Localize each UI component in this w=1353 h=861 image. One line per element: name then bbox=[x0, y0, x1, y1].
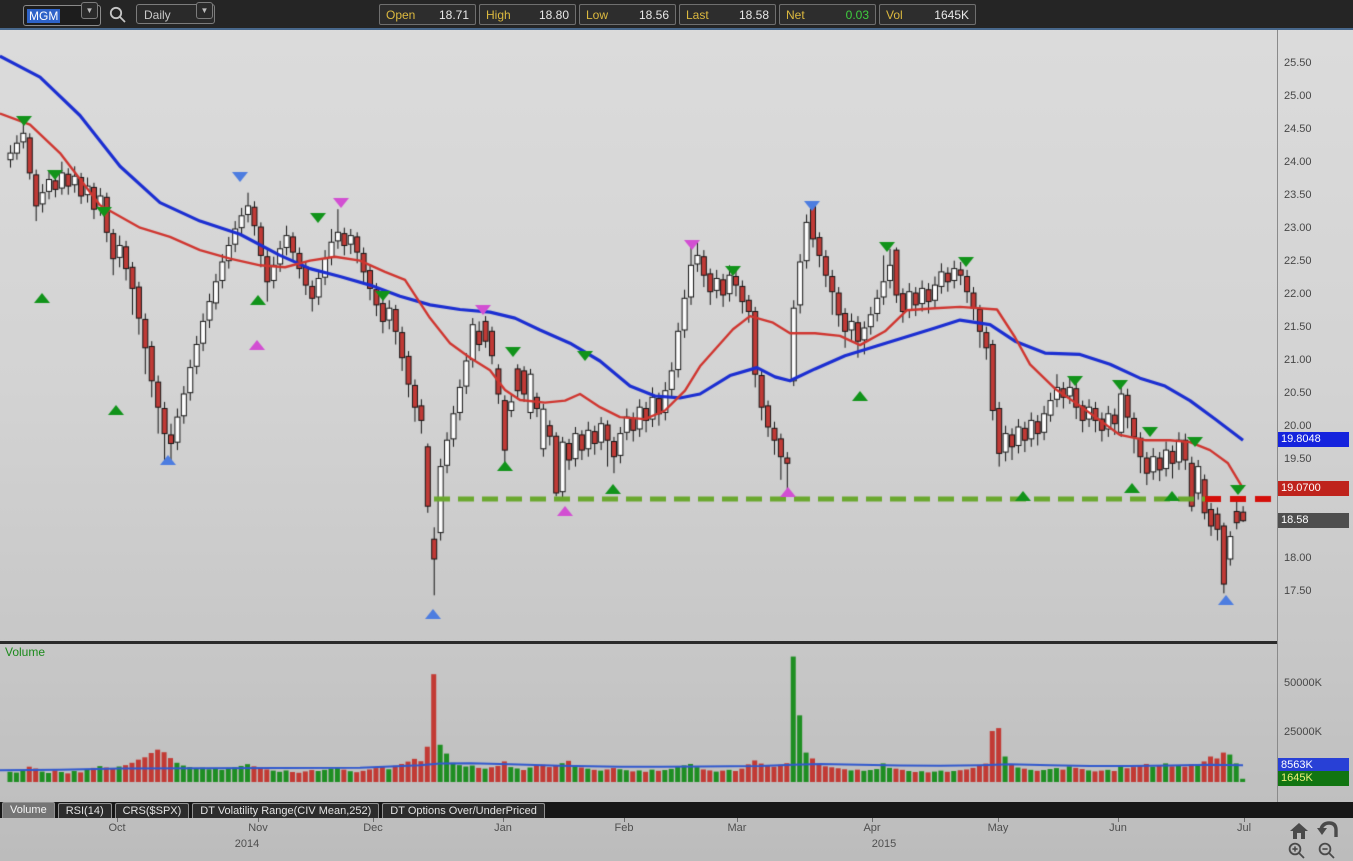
month-label: Nov bbox=[248, 822, 268, 834]
volume-tick: 50000K bbox=[1284, 677, 1322, 689]
price-tick: 18.00 bbox=[1284, 552, 1312, 564]
symbol-dropdown-button[interactable]: ▼ bbox=[81, 2, 98, 19]
month-label: Apr bbox=[863, 822, 880, 834]
search-icon[interactable] bbox=[108, 5, 128, 25]
price-tick: 20.00 bbox=[1284, 420, 1312, 432]
price-tick: 23.50 bbox=[1284, 189, 1312, 201]
quote-value: 1645K bbox=[934, 8, 969, 22]
period-label: Daily bbox=[144, 8, 171, 22]
quote-field-last: Last 18.58 bbox=[679, 4, 776, 25]
quote-field-low: Low 18.56 bbox=[579, 4, 676, 25]
quote-field-open: Open 18.71 bbox=[379, 4, 476, 25]
month-label: Dec bbox=[363, 822, 383, 834]
pane-separator[interactable] bbox=[0, 641, 1277, 644]
tab-crs-spx-[interactable]: CRS($SPX) bbox=[115, 803, 190, 818]
quote-label: Net bbox=[786, 8, 805, 22]
price-tag: 19.0700 bbox=[1278, 481, 1349, 496]
quote-value: 18.58 bbox=[739, 8, 769, 22]
price-tick: 19.50 bbox=[1284, 453, 1312, 465]
month-label: Jan bbox=[494, 822, 512, 834]
toolbar: MGM ▼ Daily ▼ Open 18.71 High 18.80 Low 18.56… bbox=[0, 0, 1353, 30]
quote-label: Last bbox=[686, 8, 709, 22]
date-axis[interactable]: Oct Nov Dec Jan Feb Mar Apr May Jun Jul 2014 2015 bbox=[0, 818, 1353, 861]
month-label: Jun bbox=[1109, 822, 1127, 834]
price-tick: 17.50 bbox=[1284, 585, 1312, 597]
quote-label: Open bbox=[386, 8, 415, 22]
zoom-out-icon[interactable] bbox=[1317, 841, 1336, 860]
quote-value: 0.03 bbox=[846, 8, 869, 22]
quote-value: 18.56 bbox=[639, 8, 669, 22]
price-tag: 18.58 bbox=[1278, 513, 1349, 528]
price-tag: 19.8048 bbox=[1278, 432, 1349, 447]
volume-pane-label: Volume bbox=[5, 645, 45, 659]
quote-field-net: Net 0.03 bbox=[779, 4, 876, 25]
price-tick: 24.50 bbox=[1284, 123, 1312, 135]
quote-label: High bbox=[486, 8, 511, 22]
quote-label: Vol bbox=[886, 8, 903, 22]
year-label: 2015 bbox=[872, 838, 896, 850]
month-label: Oct bbox=[108, 822, 125, 834]
home-icon[interactable] bbox=[1289, 821, 1309, 841]
tab-dt-volatility-range-civ-mean-252-[interactable]: DT Volatility Range(CIV Mean,252) bbox=[192, 803, 379, 818]
indicator-tab-strip: VolumeRSI(14)CRS($SPX)DT Volatility Rang… bbox=[0, 802, 1353, 818]
quote-field-vol: Vol 1645K bbox=[879, 4, 976, 25]
quote-field-high: High 18.80 bbox=[479, 4, 576, 25]
period-dropdown-button[interactable]: ▼ bbox=[196, 2, 213, 19]
tab-volume[interactable]: Volume bbox=[2, 802, 55, 818]
price-tick: 21.50 bbox=[1284, 321, 1312, 333]
tab-rsi-14-[interactable]: RSI(14) bbox=[58, 803, 112, 818]
price-tick: 22.00 bbox=[1284, 288, 1312, 300]
price-tick: 25.00 bbox=[1284, 90, 1312, 102]
undo-icon[interactable] bbox=[1317, 820, 1339, 840]
month-label: Feb bbox=[615, 822, 634, 834]
month-label: Mar bbox=[728, 822, 747, 834]
tab-dt-options-over-underpriced[interactable]: DT Options Over/UnderPriced bbox=[382, 803, 545, 818]
price-tick: 24.00 bbox=[1284, 156, 1312, 168]
zoom-in-icon[interactable] bbox=[1287, 841, 1306, 860]
quote-label: Low bbox=[586, 8, 608, 22]
price-tick: 25.50 bbox=[1284, 57, 1312, 69]
price-tick: 21.00 bbox=[1284, 354, 1312, 366]
volume-tag: 1645K bbox=[1278, 771, 1349, 786]
quote-value: 18.71 bbox=[439, 8, 469, 22]
chart-nav-controls bbox=[1284, 818, 1346, 860]
chart-application: MGM ▼ Daily ▼ Open 18.71 High 18.80 Low 18.56… bbox=[0, 0, 1353, 861]
month-label: Jul bbox=[1237, 822, 1251, 834]
month-label: May bbox=[988, 822, 1009, 834]
symbol-text: MGM bbox=[27, 9, 60, 23]
price-tick: 22.50 bbox=[1284, 255, 1312, 267]
year-label: 2014 bbox=[235, 838, 259, 850]
price-chart-canvas[interactable] bbox=[0, 30, 1277, 802]
volume-tick: 25000K bbox=[1284, 726, 1322, 738]
price-tick: 23.00 bbox=[1284, 222, 1312, 234]
price-tick: 20.50 bbox=[1284, 387, 1312, 399]
quote-readout: Open 18.71 High 18.80 Low 18.56 Last 18.58 Net 0.… bbox=[379, 4, 976, 25]
quote-value: 18.80 bbox=[539, 8, 569, 22]
price-axis[interactable]: 25.50 25.00 24.50 24.00 23.50 23.00 22.50 22.00… bbox=[1277, 30, 1353, 802]
